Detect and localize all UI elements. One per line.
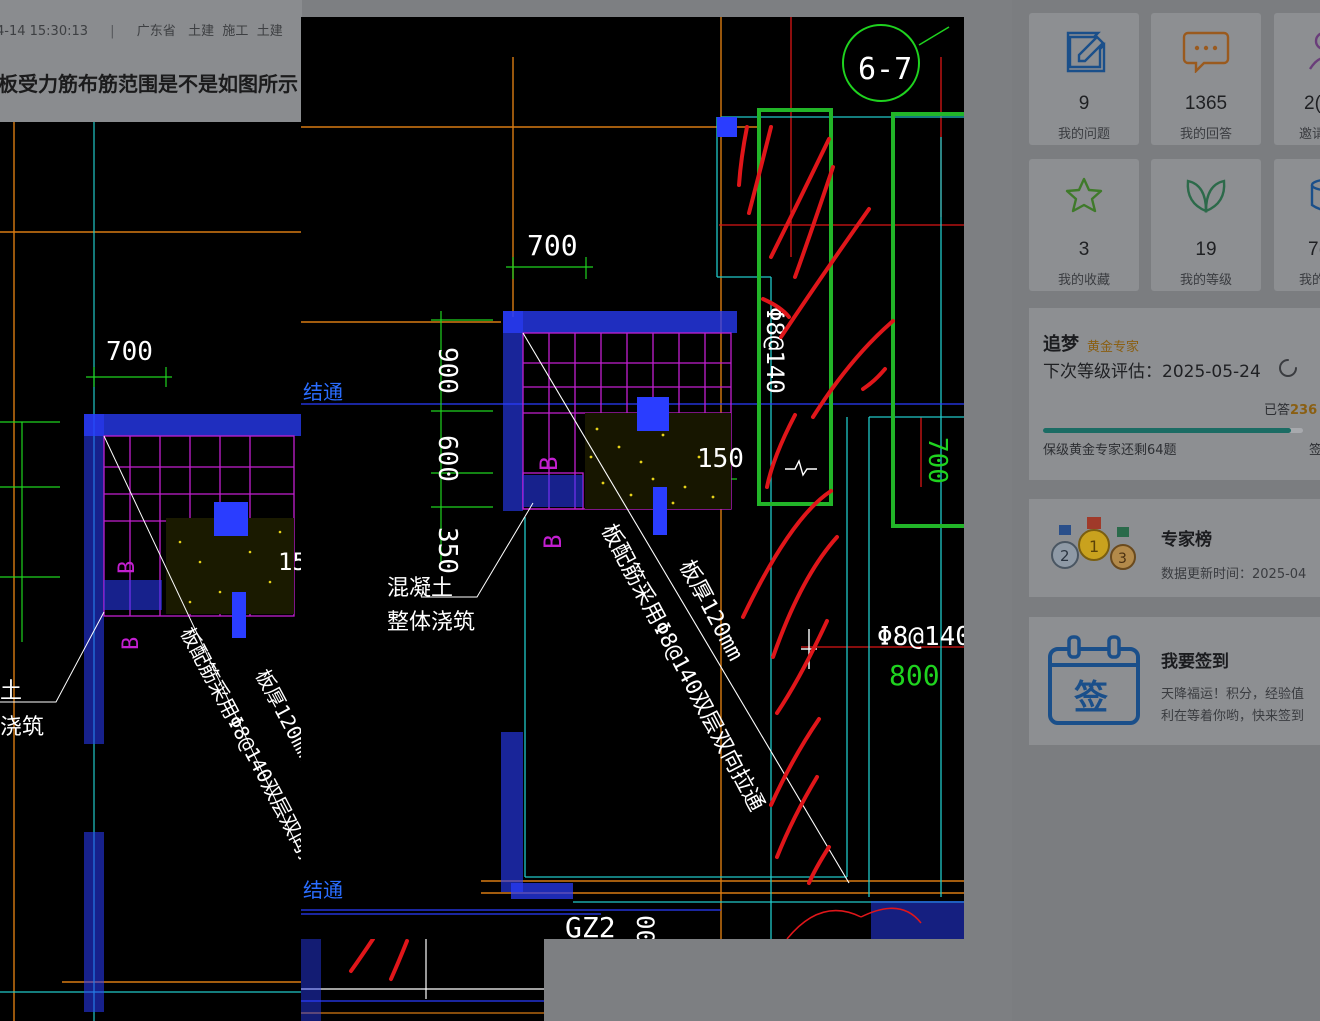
sign-in-desc-line2: 利在等着你哟，快来签到 bbox=[1161, 709, 1305, 724]
question-header: 4-14 15:30:13 | 广东省 土建 施工 土建 板受力筋布筋范围是不是… bbox=[0, 0, 302, 122]
question-location: 广东省 bbox=[136, 24, 176, 39]
cad-label-concrete: 土 bbox=[0, 679, 22, 704]
cad-label-gz2: GZ2 bbox=[565, 911, 616, 939]
cad-label-700: 700 bbox=[106, 337, 153, 367]
cad-image-viewer[interactable]: 6-7 700 900 600 350 150 结通 混凝土 整体浇筑 B B … bbox=[301, 17, 964, 939]
sign-in-title: 我要签到 bbox=[1161, 652, 1229, 672]
svg-text:1: 1 bbox=[1089, 537, 1099, 556]
cad-dim-600: 600 bbox=[432, 435, 462, 482]
cad-rebar-right: Φ8@140 bbox=[877, 622, 964, 652]
star-icon bbox=[1065, 177, 1103, 213]
level-hint: 保级黄金专家还剩64题 bbox=[1043, 443, 1177, 458]
answered-count: 已答236 bbox=[1264, 399, 1317, 418]
stat-value: 7( bbox=[1308, 239, 1320, 260]
cad-grid-label: 6-7 bbox=[858, 52, 912, 87]
question-tag[interactable]: 土建 bbox=[257, 24, 283, 39]
level-progress-bar bbox=[1043, 428, 1303, 433]
stat-my-questions[interactable]: 9 我的问题 bbox=[1029, 13, 1139, 145]
cad-label-b: B bbox=[535, 457, 563, 471]
cad-dim-150: 150 bbox=[697, 444, 744, 474]
stat-label: 我的等级 bbox=[1179, 273, 1232, 288]
stat-label: 邀请 bbox=[1299, 127, 1320, 142]
user-icon bbox=[1308, 32, 1320, 70]
answered-number: 236 bbox=[1290, 403, 1318, 418]
cad-drawing-main: 6-7 700 900 600 350 150 结通 混凝土 整体浇筑 B B … bbox=[301, 17, 964, 939]
question-title: 板受力筋布筋范围是不是如图所示 bbox=[0, 72, 298, 96]
cad-dim-350: 350 bbox=[432, 527, 462, 574]
stat-label: 我的收藏 bbox=[1057, 273, 1110, 288]
stat-label: 我的回答 bbox=[1179, 127, 1232, 142]
next-evaluation-date: 下次等级评估：2025-05-24 bbox=[1043, 362, 1261, 382]
chat-icon bbox=[1182, 31, 1230, 73]
meta-separator: | bbox=[110, 24, 115, 39]
cad-label-150: 15 bbox=[278, 548, 302, 576]
cad-label-00: 00 bbox=[631, 915, 659, 939]
svg-text:3: 3 bbox=[1118, 551, 1127, 567]
expert-tier-badge: 黄金专家 bbox=[1087, 340, 1140, 355]
level-progress-fill bbox=[1043, 428, 1292, 433]
svg-text:2: 2 bbox=[1060, 547, 1070, 565]
cad-label-concrete: 混凝土 bbox=[387, 576, 453, 601]
refresh-icon[interactable] bbox=[1278, 358, 1298, 378]
ranking-updated: 数据更新时间：2025-04 bbox=[1161, 567, 1307, 582]
stat-value: 2( bbox=[1304, 93, 1320, 114]
expert-ranking-card[interactable]: 2 3 1 专家榜 数据更新时间：2025-04 bbox=[1029, 499, 1320, 597]
question-tag[interactable]: 土建 bbox=[188, 24, 214, 39]
question-meta: 4-14 15:30:13 | 广东省 土建 施工 土建 bbox=[0, 20, 283, 39]
stat-value: 9 bbox=[1078, 93, 1090, 114]
cad-label-pour: 浇筑 bbox=[0, 715, 44, 740]
sign-in-card[interactable]: 签 我要签到 天降福运！积分，经验值 利在等着你哟，快来签到 bbox=[1029, 617, 1320, 745]
expert-level-card: 追梦 黄金专家 下次等级评估：2025-05-24 已答236 保级黄金专家还剩… bbox=[1029, 308, 1320, 480]
cad-label-pour: 整体浇筑 bbox=[387, 610, 475, 635]
user-name[interactable]: 追梦 bbox=[1043, 330, 1079, 356]
cad-image-background: 700 15 B B 土 浇筑 板配筋采用Φ8@140双层双向拉通 板厚120m… bbox=[0, 122, 302, 1021]
cad-image-bottom bbox=[301, 939, 544, 1021]
coins-icon bbox=[1310, 179, 1320, 211]
cad-label-b: B bbox=[115, 561, 140, 574]
stat-level[interactable]: 19 我的等级 bbox=[1151, 159, 1261, 291]
cad-label-jietong: 结通 bbox=[303, 380, 343, 404]
stat-favorites[interactable]: 3 我的收藏 bbox=[1029, 159, 1139, 291]
calendar-sign-icon: 签 bbox=[1048, 635, 1140, 725]
stat-label: 我的 bbox=[1299, 273, 1320, 288]
answered-prefix: 已答 bbox=[1264, 403, 1291, 418]
stat-coins[interactable]: 7( 我的 bbox=[1274, 159, 1320, 291]
edit-icon bbox=[1066, 31, 1106, 73]
question-tag[interactable]: 施工 bbox=[222, 24, 248, 39]
stat-my-answers[interactable]: 1365 我的回答 bbox=[1151, 13, 1261, 145]
sign-in-desc-line1: 天降福运！积分，经验值 bbox=[1161, 687, 1305, 702]
sign-glyph: 签 bbox=[1074, 678, 1108, 718]
cad-note-slab-rebar: 板配筋采用Φ8@140双层双向拉通 bbox=[176, 623, 302, 892]
cad-label-b: B bbox=[539, 535, 567, 549]
leaf-icon bbox=[1186, 179, 1226, 213]
cad-dim-700: 700 bbox=[527, 229, 578, 262]
cad-label-jietong: 结通 bbox=[303, 878, 343, 902]
level-hint-right: 签 bbox=[1309, 443, 1320, 458]
stat-value: 1365 bbox=[1184, 93, 1228, 114]
screen: 4-14 15:30:13 | 广东省 土建 施工 土建 板受力筋布筋范围是不是… bbox=[0, 0, 1320, 1021]
cad-rebar-vertical: Φ8@140 bbox=[761, 307, 789, 394]
stat-invites[interactable]: 2( 邀请 bbox=[1274, 13, 1320, 145]
stat-value: 3 bbox=[1078, 239, 1090, 260]
cad-dim-900: 900 bbox=[432, 347, 462, 394]
cad-drawing-left: 700 15 B B 土 浇筑 板配筋采用Φ8@140双层双向拉通 板厚120m… bbox=[0, 122, 302, 1021]
cad-dim-800: 800 bbox=[889, 659, 940, 692]
medals-icon: 2 3 1 bbox=[1051, 517, 1136, 570]
question-datetime: 4-14 15:30:13 bbox=[0, 24, 89, 39]
cad-dim-700-green: 700 bbox=[922, 437, 952, 484]
stat-value: 19 bbox=[1195, 239, 1217, 260]
cad-label-b: B bbox=[119, 637, 144, 650]
stat-label: 我的问题 bbox=[1057, 127, 1110, 142]
cad-drawing-bottom bbox=[301, 939, 544, 1021]
ranking-title: 专家榜 bbox=[1161, 530, 1212, 550]
